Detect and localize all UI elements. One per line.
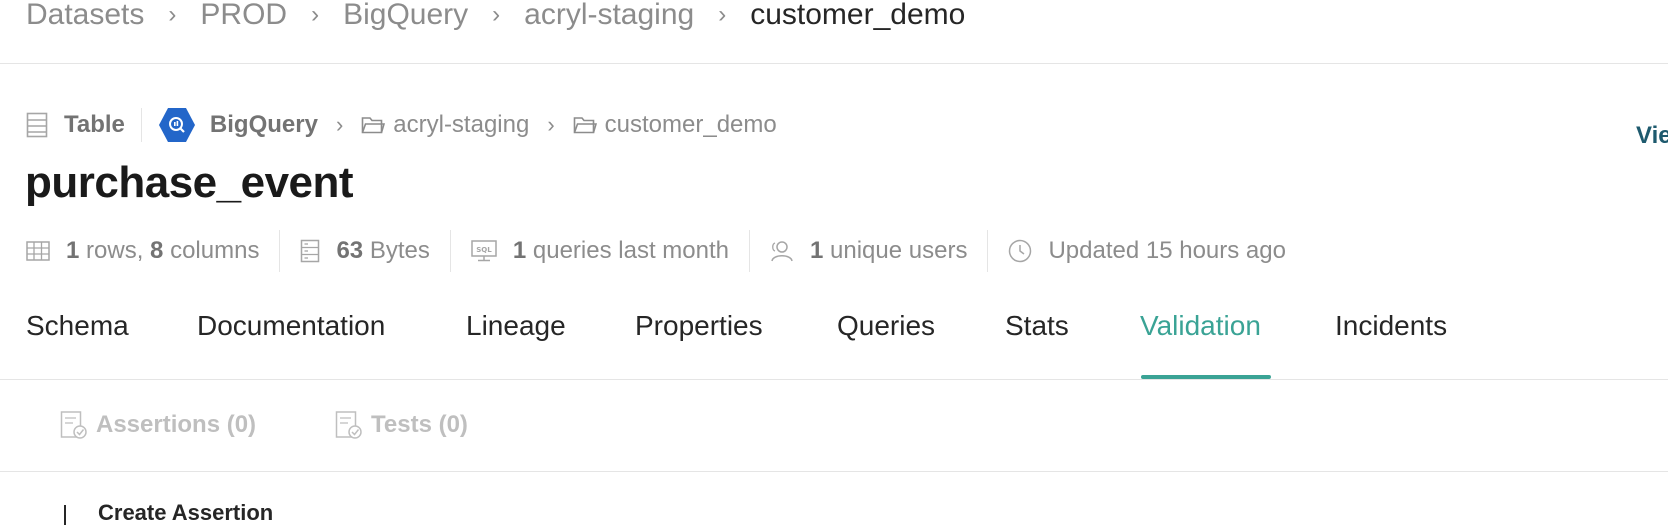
tab-validation[interactable]: Validation	[1140, 310, 1261, 342]
subtab-assertions-label: Assertions (0)	[96, 411, 257, 438]
container-dataset[interactable]: customer_demo	[573, 111, 777, 139]
test-icon	[335, 411, 362, 439]
queries-value: 1	[512, 237, 527, 264]
folder-icon	[361, 117, 386, 134]
tab-incidents[interactable]: Incidents	[1335, 310, 1447, 342]
entity-header: Table BigQuery › acryl-staging › custome…	[26, 104, 777, 146]
breadcrumb: Datasets › PROD › BigQuery › acryl-stagi…	[26, 0, 965, 32]
tab-schema[interactable]: Schema	[26, 310, 129, 342]
subtab-assertions[interactable]: Assertions (0)	[60, 410, 256, 440]
tab-bar: Schema Documentation Lineage Properties …	[0, 300, 1668, 380]
tab-lineage[interactable]: Lineage	[466, 310, 566, 342]
divider	[140, 108, 142, 142]
container-project[interactable]: acryl-staging	[361, 111, 529, 139]
path-separator: ›	[335, 112, 344, 137]
breadcrumb-item-platform[interactable]: BigQuery	[343, 0, 468, 32]
checklist-icon	[60, 411, 87, 439]
divider	[749, 230, 750, 272]
path-separator: ›	[547, 112, 555, 137]
sql-monitor-icon: SQL	[471, 240, 497, 262]
container-dataset-label: customer_demo	[604, 111, 777, 138]
tab-stats[interactable]: Stats	[1005, 310, 1069, 342]
create-assertion-marker	[64, 505, 66, 525]
subtab-tests-label: Tests (0)	[371, 411, 468, 438]
divider	[449, 230, 451, 272]
top-breadcrumb-bar: Datasets › PROD › BigQuery › acryl-stagi…	[0, 0, 1668, 64]
create-assertion-button[interactable]: Create Assertion	[98, 500, 273, 526]
rows-value: 1	[66, 237, 80, 264]
users-icon	[771, 241, 793, 262]
validation-subtabs: Assertions (0) Tests (0)	[0, 380, 1668, 472]
rows-text: rows,	[79, 237, 151, 264]
breadcrumb-item-current[interactable]: customer_demo	[750, 0, 965, 32]
platform-label: BigQuery	[209, 111, 318, 138]
stat-updated: Updated 15 hours ago	[1008, 237, 1286, 265]
breadcrumb-item-project[interactable]: acryl-staging	[524, 0, 694, 32]
breadcrumb-separator: ›	[718, 1, 727, 28]
view-link[interactable]: Vie	[1636, 122, 1668, 150]
users-text: unique users	[823, 237, 968, 264]
stat-queries: SQL 1 queries last month	[471, 237, 729, 265]
entity-type-label: Table	[64, 111, 125, 138]
size-value: 63	[336, 237, 364, 264]
stat-rows-columns: 1 rows, 8 columns	[26, 237, 259, 265]
entity-type: Table	[26, 111, 125, 139]
bigquery-logo-icon	[158, 108, 195, 142]
svg-text:SQL: SQL	[476, 246, 492, 254]
size-text: Bytes	[363, 237, 430, 264]
columns-text: columns	[163, 237, 260, 264]
breadcrumb-separator: ›	[168, 1, 177, 28]
entity-platform[interactable]: BigQuery	[158, 106, 318, 144]
updated-text: Updated 15 hours ago	[1048, 237, 1286, 264]
users-value: 1	[810, 237, 824, 264]
subtab-tests[interactable]: Tests (0)	[335, 410, 468, 440]
table-icon	[26, 112, 48, 138]
clock-icon	[1009, 239, 1032, 263]
tab-documentation[interactable]: Documentation	[197, 310, 385, 342]
grid-icon	[26, 241, 50, 261]
breadcrumb-item-datasets[interactable]: Datasets	[26, 0, 144, 32]
tab-properties[interactable]: Properties	[635, 310, 763, 342]
breadcrumb-separator: ›	[311, 1, 320, 28]
tab-queries[interactable]: Queries	[837, 310, 935, 342]
columns-value: 8	[150, 237, 164, 264]
breadcrumb-separator: ›	[492, 1, 501, 28]
database-icon	[301, 239, 320, 263]
stat-size: 63 Bytes	[300, 237, 430, 265]
breadcrumb-item-prod[interactable]: PROD	[200, 0, 287, 32]
active-tab-indicator	[1141, 375, 1271, 379]
stat-users: 1 unique users	[770, 237, 967, 265]
queries-text: queries last month	[526, 237, 729, 264]
divider	[279, 230, 281, 272]
stats-row: 1 rows, 8 columns 63 Bytes SQL 1 queries…	[26, 230, 1286, 272]
folder-icon	[573, 117, 597, 134]
divider	[987, 230, 989, 272]
page-title: purchase_event	[25, 158, 354, 207]
container-project-label: acryl-staging	[393, 111, 530, 138]
